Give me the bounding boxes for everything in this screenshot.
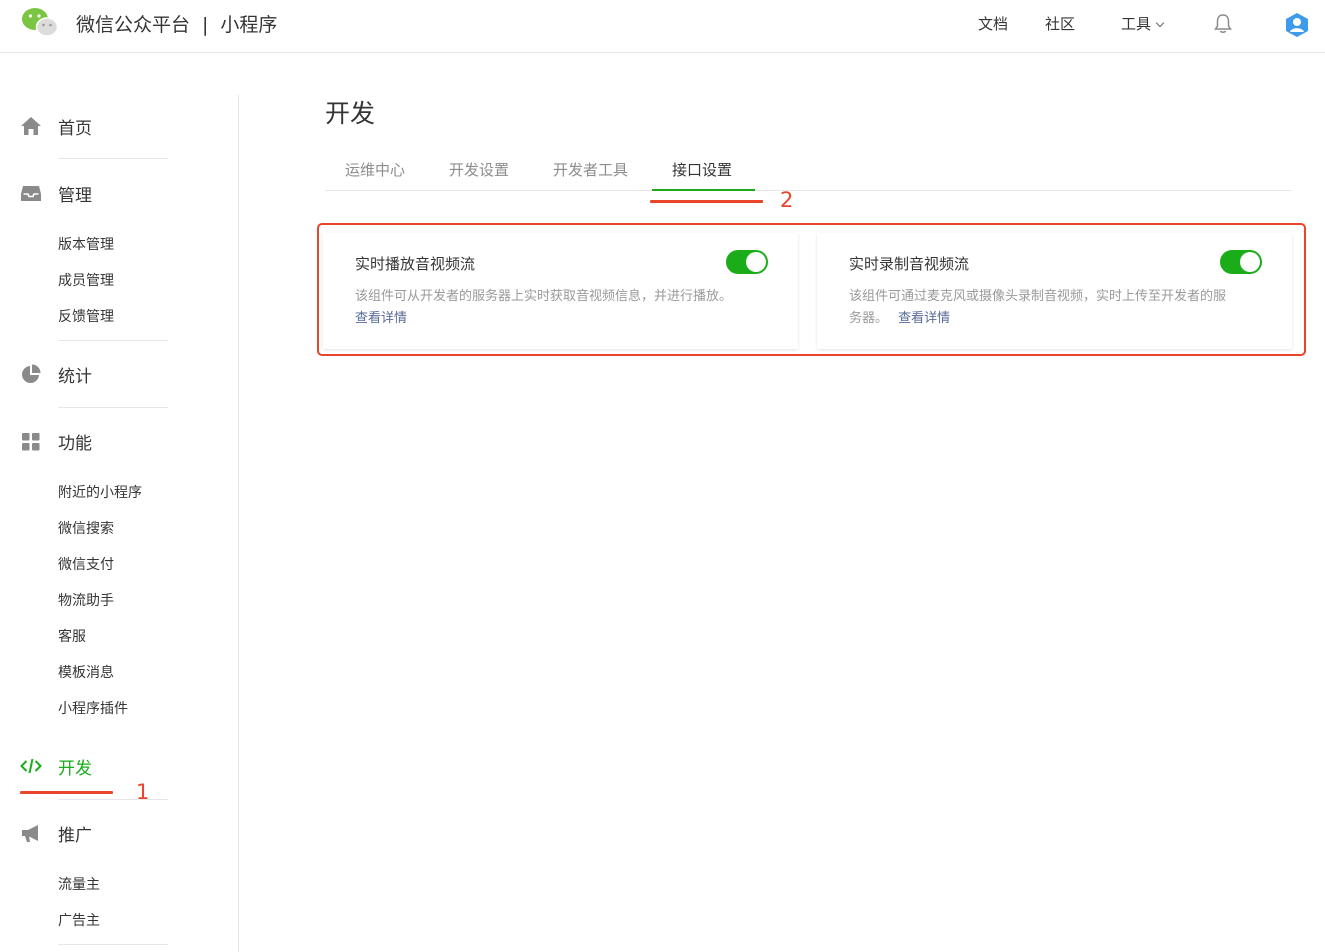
sidebar-item-home[interactable]: 首页 [20, 113, 92, 139]
sidebar-subitem[interactable]: 版本管理 [58, 234, 114, 254]
avatar-icon[interactable] [1285, 12, 1309, 38]
sidebar-subitem[interactable]: 微信搜索 [58, 518, 114, 538]
wechat-logo-icon[interactable] [20, 6, 60, 38]
sidebar-subitem[interactable]: 客服 [58, 626, 86, 646]
nav-tools-label: 工具 [1121, 15, 1152, 33]
brand-name: 微信公众平台 [76, 14, 191, 36]
sidebar-label-home: 首页 [58, 118, 92, 139]
sidebar-label-develop: 开发 [58, 758, 92, 779]
sidebar-divider [58, 407, 168, 408]
annotation-number-1: 1 [136, 780, 150, 804]
api-card-live-pusher: 实时录制音视频流 该组件可通过麦克风或摄像头录制音视频，实时上传至开发者的服 务… [817, 233, 1292, 349]
card-desc-text: 该组件可从开发者的服务器上实时获取音视频信息，并进行播放。 [355, 289, 733, 304]
page-title: 开发 [325, 99, 376, 128]
card-title: 实时播放音视频流 [355, 255, 476, 273]
card-desc-text-line1: 该组件可通过麦克风或摄像头录制音视频，实时上传至开发者的服 [849, 289, 1227, 304]
megaphone-icon [22, 825, 38, 842]
sidebar-subitem[interactable]: 物流助手 [58, 590, 114, 610]
nav-community[interactable]: 社区 [1045, 13, 1075, 34]
pie-chart-icon [22, 364, 41, 383]
card-desc-text-line2: 务器。 [849, 311, 889, 326]
sidebar-subitem[interactable]: 小程序插件 [58, 698, 128, 718]
nav-docs[interactable]: 文档 [978, 13, 1008, 34]
toggle-live-player[interactable] [726, 250, 768, 274]
view-details-link[interactable]: 查看详情 [355, 311, 407, 326]
toggle-knob [1240, 252, 1260, 272]
sidebar-subitem[interactable]: 反馈管理 [58, 306, 114, 326]
sidebar-label-stats: 统计 [58, 366, 92, 387]
tab-bar: 运维中心 开发设置 开发者工具 接口设置 [325, 150, 1292, 191]
annotation-underline-2 [650, 200, 763, 203]
sidebar-subitem[interactable]: 广告主 [58, 910, 100, 930]
sidebar-subitem[interactable]: 附近的小程序 [58, 482, 142, 502]
sidebar-item-promote[interactable]: 推广 [20, 820, 92, 846]
sidebar-item-develop[interactable]: 开发 [20, 753, 92, 779]
sidebar-subitem[interactable]: 微信支付 [58, 554, 114, 574]
sidebar-item-stats[interactable]: 统计 [20, 361, 92, 387]
top-bar: 微信公众平台 | 小程序 文档 社区 工具 [0, 0, 1325, 53]
tab-ops-center[interactable]: 运维中心 [345, 159, 405, 180]
home-icon [21, 117, 41, 135]
sidebar-label-features: 功能 [58, 433, 92, 454]
api-card-live-player: 实时播放音视频流 该组件可从开发者的服务器上实时获取音视频信息，并进行播放。 查… [323, 233, 798, 349]
card-description: 该组件可通过麦克风或摄像头录制音视频，实时上传至开发者的服 务器。 查看详情 [849, 286, 1274, 330]
card-description: 该组件可从开发者的服务器上实时获取音视频信息，并进行播放。 查看详情 [355, 286, 775, 330]
active-tab-indicator [652, 189, 755, 191]
sidebar-label-promote: 推广 [58, 825, 92, 846]
brand-title[interactable]: 微信公众平台 | 小程序 [76, 10, 277, 37]
chevron-down-icon [1155, 18, 1165, 28]
product-name: 小程序 [220, 14, 278, 36]
bell-icon[interactable] [1213, 13, 1233, 35]
sidebar-divider [238, 95, 239, 952]
code-icon [20, 758, 42, 774]
sidebar-subitem[interactable]: 成员管理 [58, 270, 114, 290]
sidebar-divider [58, 944, 168, 945]
sidebar-divider [58, 158, 168, 159]
sidebar-subitem[interactable]: 模板消息 [58, 662, 114, 682]
tab-dev-tools[interactable]: 开发者工具 [553, 159, 628, 180]
sidebar-item-manage[interactable]: 管理 [20, 180, 92, 206]
sidebar-divider [58, 799, 168, 800]
sidebar-divider [58, 340, 168, 341]
grid-icon [22, 433, 40, 451]
inbox-icon [21, 186, 41, 201]
tab-dev-settings[interactable]: 开发设置 [449, 159, 509, 180]
view-details-link[interactable]: 查看详情 [898, 311, 950, 326]
nav-tools[interactable]: 工具 [1121, 13, 1165, 34]
sidebar-label-manage: 管理 [58, 185, 92, 206]
toggle-live-pusher[interactable] [1220, 250, 1262, 274]
annotation-number-2: 2 [780, 188, 794, 212]
toggle-knob [746, 252, 766, 272]
sidebar-subitem[interactable]: 流量主 [58, 874, 100, 894]
sidebar-item-features[interactable]: 功能 [20, 428, 92, 454]
brand-separator: | [202, 14, 209, 36]
annotation-underline-1 [20, 791, 113, 794]
card-title: 实时录制音视频流 [849, 255, 970, 273]
tab-api-settings[interactable]: 接口设置 [672, 159, 732, 180]
